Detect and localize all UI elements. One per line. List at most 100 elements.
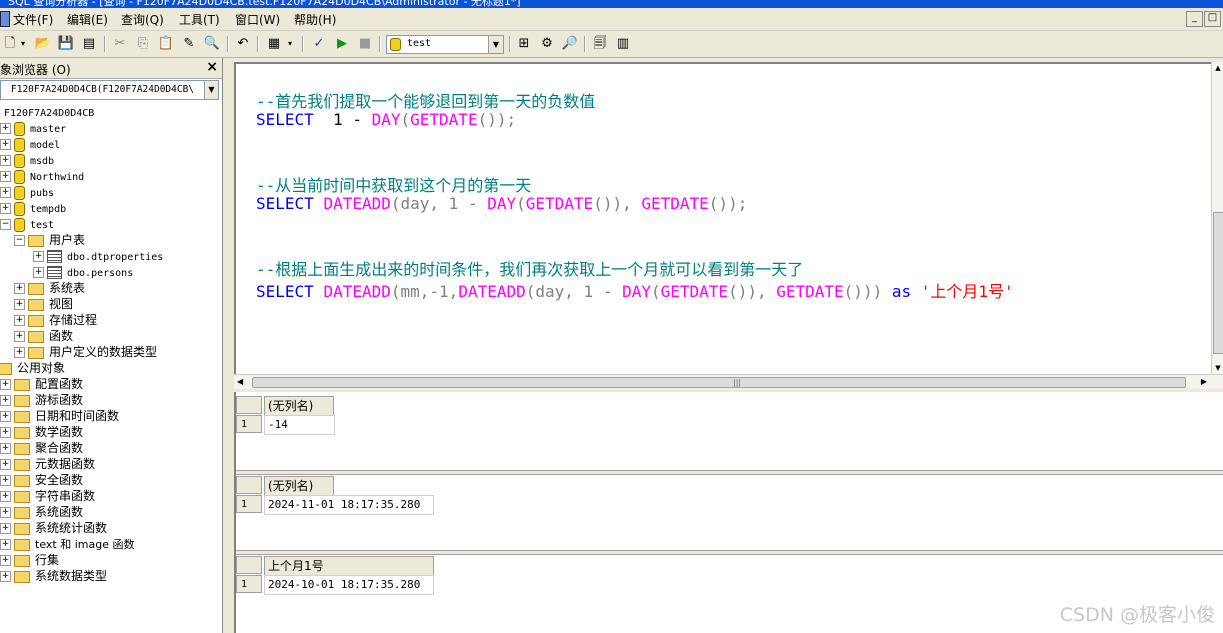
tree-node-common[interactable]: + text 和 image 函数 bbox=[0, 536, 134, 552]
editor-vertical-scrollbar[interactable]: ▲ ▼ bbox=[1211, 62, 1223, 374]
tree-node-common-objects[interactable]: 公用对象 bbox=[0, 360, 65, 376]
tree-node-db-msdb[interactable]: + msdb bbox=[0, 152, 54, 168]
sql-editor[interactable]: --首先我们提取一个能够退回到第一天的负数值 SELECT 1 - DAY(GE… bbox=[234, 62, 1212, 376]
tree-node-common[interactable]: + 安全函数 bbox=[0, 472, 83, 488]
expand-icon[interactable]: + bbox=[0, 539, 11, 550]
expand-icon[interactable]: + bbox=[14, 331, 25, 342]
expand-icon[interactable]: + bbox=[0, 187, 11, 198]
tree-node-functions[interactable]: + 函数 bbox=[14, 328, 73, 344]
result-grid-1[interactable]: (无列名) 1 -14 bbox=[236, 396, 1223, 471]
connection-info-icon[interactable]: ▥ bbox=[614, 35, 632, 53]
row-number[interactable]: 1 bbox=[236, 415, 262, 433]
expand-icon[interactable]: + bbox=[0, 459, 11, 470]
tree-node-common[interactable]: + 元数据函数 bbox=[0, 456, 95, 472]
results-mode-icon[interactable]: ▦ bbox=[265, 35, 283, 53]
save-icon[interactable]: 💾 bbox=[57, 35, 75, 53]
editor-horizontal-scrollbar[interactable]: ◀ ||| ▶ bbox=[234, 374, 1223, 389]
tree-node-system-tables[interactable]: + 系统表 bbox=[14, 280, 85, 296]
new-dropdown-icon[interactable]: ▾ bbox=[18, 35, 28, 53]
object-search-icon[interactable]: ⊞ bbox=[515, 35, 533, 53]
tree-node-db-model[interactable]: + model bbox=[0, 136, 60, 152]
expand-icon[interactable]: + bbox=[0, 203, 11, 214]
row-number[interactable]: 1 bbox=[236, 495, 262, 513]
mdi-minimize-button[interactable]: _ bbox=[1186, 11, 1203, 27]
open-icon[interactable]: 📂 bbox=[34, 35, 52, 53]
tree-node-db-tempdb[interactable]: + tempdb bbox=[0, 200, 66, 216]
tree-node-server[interactable]: F120F7A24D0D4CB bbox=[4, 104, 94, 120]
mdi-restore-button[interactable]: □ bbox=[1204, 11, 1221, 27]
tree-node-db-master[interactable]: + master bbox=[0, 120, 66, 136]
tree-node-common[interactable]: + 字符串函数 bbox=[0, 488, 95, 504]
tree-node-user-tables[interactable]: − 用户表 bbox=[14, 232, 85, 248]
grid-splitter[interactable] bbox=[236, 550, 1223, 555]
expand-icon[interactable]: + bbox=[0, 571, 11, 582]
grid-cell[interactable]: 2024-10-01 18:17:35.280 bbox=[264, 575, 434, 595]
expand-icon[interactable]: + bbox=[0, 411, 11, 422]
grid-splitter[interactable] bbox=[236, 470, 1223, 475]
collapse-icon[interactable]: − bbox=[0, 219, 11, 230]
tree-node-common[interactable]: + 行集 bbox=[0, 552, 59, 568]
tree-node-table-persons[interactable]: + dbo.persons bbox=[33, 264, 133, 280]
cut-icon[interactable]: ✂ bbox=[111, 35, 129, 53]
panel-splitter[interactable] bbox=[223, 58, 233, 633]
chevron-down-icon[interactable]: ▼ bbox=[488, 36, 503, 53]
expand-icon[interactable]: + bbox=[0, 475, 11, 486]
scroll-up-icon[interactable]: ▲ bbox=[1212, 62, 1223, 74]
expand-icon[interactable]: + bbox=[0, 427, 11, 438]
expand-icon[interactable]: + bbox=[0, 443, 11, 454]
menu-edit[interactable]: 编辑(E) bbox=[67, 11, 108, 28]
tree-node-common[interactable]: + 日期和时间函数 bbox=[0, 408, 119, 424]
server-select[interactable]: F120F7A24D0D4CB(F120F7A24D0D4CB\ ▼ bbox=[0, 80, 219, 100]
tree-node-common[interactable]: + 数学函数 bbox=[0, 424, 83, 440]
find-icon[interactable]: 🔍 bbox=[203, 35, 221, 53]
copy-icon[interactable]: ⎘ bbox=[134, 35, 152, 53]
stop-icon[interactable]: ■ bbox=[356, 35, 374, 53]
expand-icon[interactable]: + bbox=[33, 267, 44, 278]
tree-node-common[interactable]: + 配置函数 bbox=[0, 376, 83, 392]
expand-icon[interactable]: + bbox=[0, 491, 11, 502]
close-icon[interactable]: × bbox=[206, 59, 218, 75]
scroll-left-icon[interactable]: ◀ bbox=[237, 375, 243, 389]
results-mode-dropdown-icon[interactable]: ▾ bbox=[285, 35, 295, 53]
menu-tools[interactable]: 工具(T) bbox=[179, 11, 220, 28]
paste-icon[interactable]: 📋 bbox=[157, 35, 175, 53]
expand-icon[interactable]: + bbox=[14, 315, 25, 326]
collapse-icon[interactable]: − bbox=[14, 235, 25, 246]
new-query-icon[interactable]: 🗋 bbox=[1, 35, 19, 53]
result-grid-2[interactable]: (无列名) 1 2024-11-01 18:17:35.280 bbox=[236, 476, 1223, 551]
database-select[interactable]: test ▼ bbox=[386, 35, 504, 54]
column-header[interactable]: 上个月1号 bbox=[264, 556, 434, 576]
undo-icon[interactable]: ↶ bbox=[234, 35, 252, 53]
tree-node-common[interactable]: + 系统函数 bbox=[0, 504, 83, 520]
expand-icon[interactable]: + bbox=[33, 251, 44, 262]
clear-window-icon[interactable]: ✎ bbox=[180, 35, 198, 53]
tree-node-table-dtproperties[interactable]: + dbo.dtproperties bbox=[33, 248, 163, 264]
expand-icon[interactable]: + bbox=[14, 299, 25, 310]
chevron-down-icon[interactable]: ▼ bbox=[204, 81, 218, 99]
expand-icon[interactable]: + bbox=[0, 123, 11, 134]
menu-help[interactable]: 帮助(H) bbox=[294, 11, 336, 28]
grid-cell[interactable]: -14 bbox=[264, 415, 335, 435]
expand-icon[interactable]: + bbox=[14, 283, 25, 294]
column-header[interactable]: (无列名) bbox=[264, 396, 334, 416]
insert-template-icon[interactable]: ▤ bbox=[80, 35, 98, 53]
column-header[interactable]: (无列名) bbox=[264, 476, 334, 496]
tree-node-common[interactable]: + 聚合函数 bbox=[0, 440, 83, 456]
tree-node-db-test[interactable]: − test bbox=[0, 216, 54, 232]
row-number[interactable]: 1 bbox=[236, 575, 262, 593]
tree-node-common[interactable]: + 系统统计函数 bbox=[0, 520, 107, 536]
tree-node-db-northwind[interactable]: + Northwind bbox=[0, 168, 84, 184]
expand-icon[interactable]: + bbox=[0, 139, 11, 150]
app-icon[interactable] bbox=[0, 11, 10, 27]
scroll-thumb[interactable] bbox=[1213, 212, 1223, 354]
menu-file[interactable]: 文件(F) bbox=[13, 11, 53, 28]
scroll-right-icon[interactable]: ▶ bbox=[1201, 375, 1207, 389]
tree-node-db-pubs[interactable]: + pubs bbox=[0, 184, 54, 200]
parse-icon[interactable]: ✓ bbox=[310, 35, 328, 53]
expand-icon[interactable]: + bbox=[0, 555, 11, 566]
expand-icon[interactable]: + bbox=[0, 395, 11, 406]
tree-node-stored-procedures[interactable]: + 存储过程 bbox=[14, 312, 97, 328]
expand-icon[interactable]: + bbox=[0, 379, 11, 390]
scroll-down-icon[interactable]: ▼ bbox=[1212, 362, 1223, 374]
execution-plan-icon[interactable]: ⚙ bbox=[538, 35, 556, 53]
